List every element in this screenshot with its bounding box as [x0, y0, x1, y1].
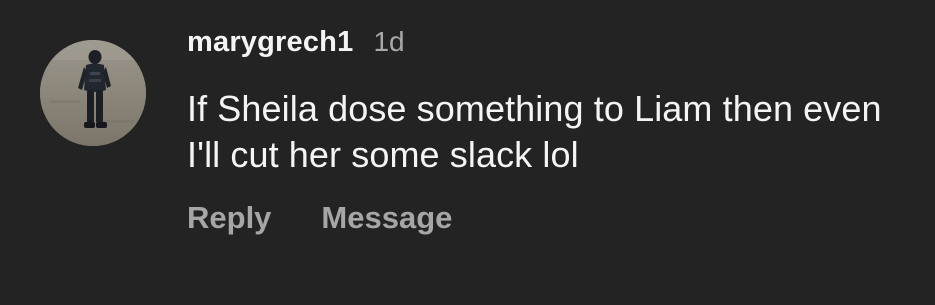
avatar-photo-icon — [40, 40, 146, 146]
comment-item: marygrech1 1d If Sheila dose something t… — [0, 0, 935, 305]
message-button[interactable]: Message — [321, 200, 452, 236]
comment-header: marygrech1 1d — [187, 26, 405, 62]
comment-text: If Sheila dose something to Liam then ev… — [187, 88, 882, 175]
reply-button[interactable]: Reply — [187, 200, 271, 236]
avatar[interactable] — [40, 40, 146, 146]
timestamp: 1d — [373, 26, 405, 57]
comment-actions: Reply Message — [187, 200, 452, 236]
username[interactable]: marygrech1 — [187, 26, 353, 59]
